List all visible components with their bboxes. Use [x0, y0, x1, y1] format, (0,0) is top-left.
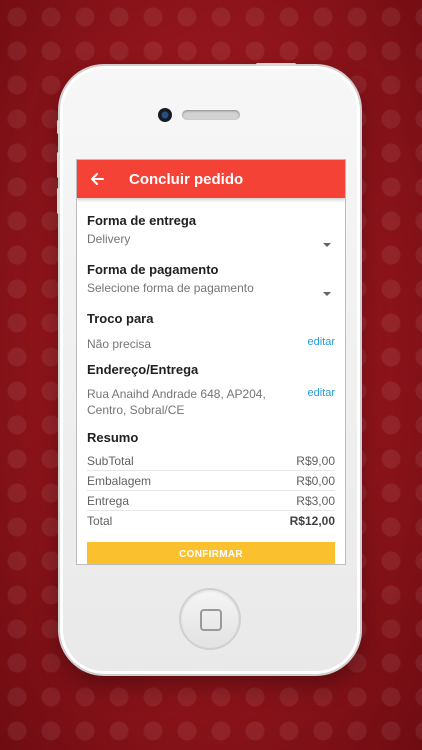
summary-row-label: Embalagem — [87, 474, 152, 488]
address-label: Endereço/Entrega — [87, 362, 199, 377]
delivery-method-label: Forma de entrega — [87, 213, 197, 228]
chevron-down-icon — [323, 292, 331, 296]
app-bar: Concluir pedido — [77, 160, 345, 198]
summary-row-label: Entrega — [87, 494, 130, 508]
payment-method-value: Selecione forma de pagamento — [87, 281, 254, 295]
payment-method-select[interactable]: Forma de pagamento Selecione forma de pa… — [87, 262, 335, 300]
power-button — [256, 63, 296, 66]
volume-down-button — [57, 188, 60, 214]
edit-address-link[interactable]: editar — [307, 387, 335, 399]
summary-total-label: Total — [87, 514, 113, 528]
delivery-method-select[interactable]: Forma de entrega Delivery — [87, 213, 335, 251]
summary-row: Embalagem R$0,00 — [87, 471, 335, 491]
change-label: Troco para — [87, 311, 154, 326]
address-line-2: Centro, Sobral/CE — [87, 403, 185, 417]
summary-row-value: R$3,00 — [296, 494, 335, 508]
home-square-icon — [200, 609, 222, 631]
delivery-method-value: Delivery — [87, 232, 131, 246]
summary-title: Resumo — [87, 430, 139, 445]
summary-row-label: SubTotal — [87, 454, 134, 468]
summary-row: Entrega R$3,00 — [87, 491, 335, 511]
back-button[interactable] — [77, 160, 117, 198]
summary-section: Resumo SubTotal R$9,00 Embalagem R$0,00 … — [87, 430, 335, 530]
payment-method-label: Forma de pagamento — [87, 262, 219, 277]
chevron-down-icon — [323, 243, 331, 247]
summary-row-value: R$9,00 — [296, 454, 335, 468]
summary-row-value: R$0,00 — [296, 474, 335, 488]
change-section: Troco para Não precisa editar — [87, 311, 335, 351]
silent-switch — [57, 120, 60, 134]
camera-icon — [158, 108, 172, 122]
confirm-button[interactable]: CONFIRMAR — [87, 542, 335, 564]
address-section: Endereço/Entrega Rua Anaihd Andrade 648,… — [87, 362, 335, 418]
change-value: Não precisa — [87, 337, 152, 351]
volume-up-button — [57, 152, 60, 178]
phone-screen: Concluir pedido Forma de entrega Deliver… — [77, 160, 345, 564]
edit-change-link[interactable]: editar — [307, 336, 335, 348]
summary-total-row: Total R$12,00 — [87, 511, 335, 530]
arrow-left-icon — [91, 173, 104, 185]
summary-total-value: R$12,00 — [289, 514, 335, 528]
summary-row: SubTotal R$9,00 — [87, 451, 335, 471]
earpiece-speaker — [182, 110, 240, 120]
address-line-1: Rua Anaihd Andrade 648, AP204, — [87, 387, 266, 401]
page-title: Concluir pedido — [129, 170, 244, 188]
home-button[interactable] — [181, 590, 239, 648]
